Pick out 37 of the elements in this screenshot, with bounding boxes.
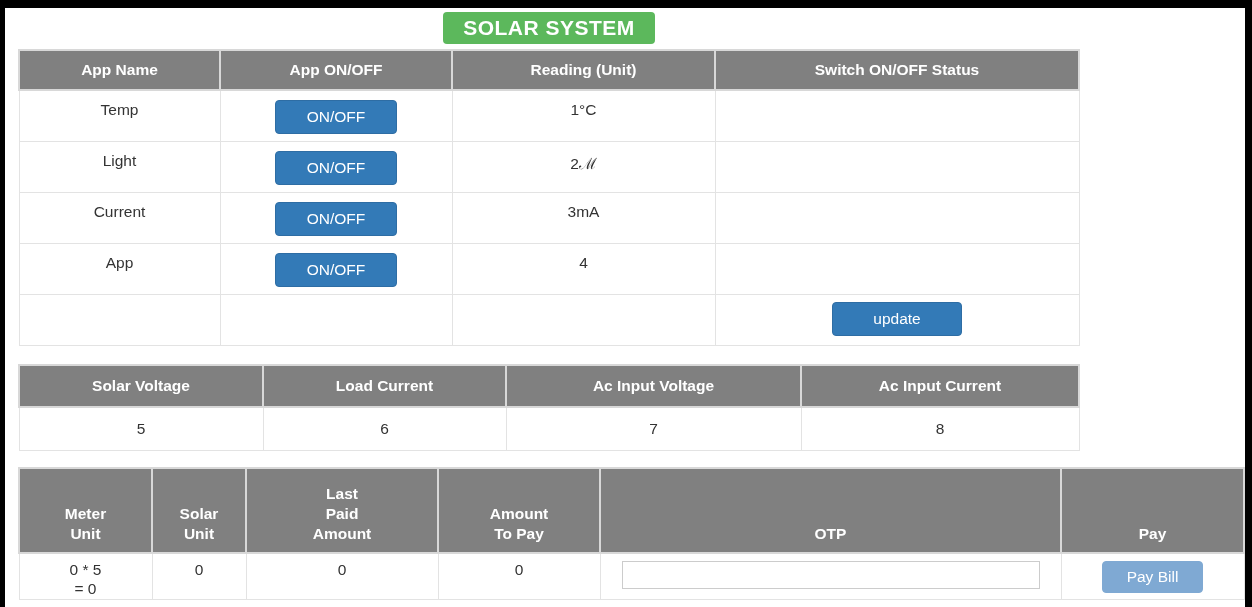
table-cell: 7 bbox=[506, 406, 801, 450]
column-header: Amount To Pay bbox=[438, 467, 600, 553]
table-cell: 0 * 5 = 0 bbox=[19, 552, 152, 599]
column-header: Pay bbox=[1061, 467, 1244, 553]
column-header: Switch ON/OFF Status bbox=[715, 50, 1079, 90]
table-cell: Temp bbox=[19, 90, 220, 141]
table-cell: 8 bbox=[801, 406, 1079, 450]
table-cell: App bbox=[19, 243, 220, 294]
table-cell: 4 bbox=[452, 243, 715, 294]
column-header: Ac Input Current bbox=[801, 364, 1079, 407]
table-cell: 0 bbox=[246, 552, 438, 599]
on-off-button[interactable]: ON/OFF bbox=[274, 150, 398, 185]
column-header: Solar Unit bbox=[152, 467, 246, 553]
column-header: Last Paid Amount bbox=[246, 467, 438, 553]
on-off-button[interactable]: ON/OFF bbox=[274, 100, 398, 134]
table-cell: 0 bbox=[438, 552, 600, 599]
column-header: OTP bbox=[600, 467, 1061, 553]
column-header: Solar Voltage bbox=[19, 364, 263, 407]
column-header: Meter Unit bbox=[19, 467, 152, 553]
column-header: App Name bbox=[19, 50, 220, 90]
page-title: SOLAR SYSTEM bbox=[443, 12, 655, 44]
table-cell: 0 bbox=[152, 552, 246, 599]
table-cell: Current bbox=[19, 192, 220, 243]
table-cell: 5 bbox=[19, 406, 263, 450]
table-cell: 3mA bbox=[452, 192, 715, 243]
column-header: Load Current bbox=[263, 364, 506, 407]
column-header: App ON/OFF bbox=[220, 50, 452, 90]
update-button[interactable]: update bbox=[832, 301, 962, 336]
on-off-button[interactable]: ON/OFF bbox=[274, 252, 398, 287]
on-off-button[interactable]: ON/OFF bbox=[274, 201, 398, 236]
table-cell: 6 bbox=[263, 406, 506, 450]
column-header: Reading (Unit) bbox=[452, 50, 715, 90]
column-header: Ac Input Voltage bbox=[506, 364, 801, 407]
table-cell: Light bbox=[19, 141, 220, 192]
table-cell: 2ℳ bbox=[452, 141, 715, 192]
table-cell: 1°C bbox=[452, 90, 715, 141]
otp-field[interactable] bbox=[621, 560, 1040, 589]
